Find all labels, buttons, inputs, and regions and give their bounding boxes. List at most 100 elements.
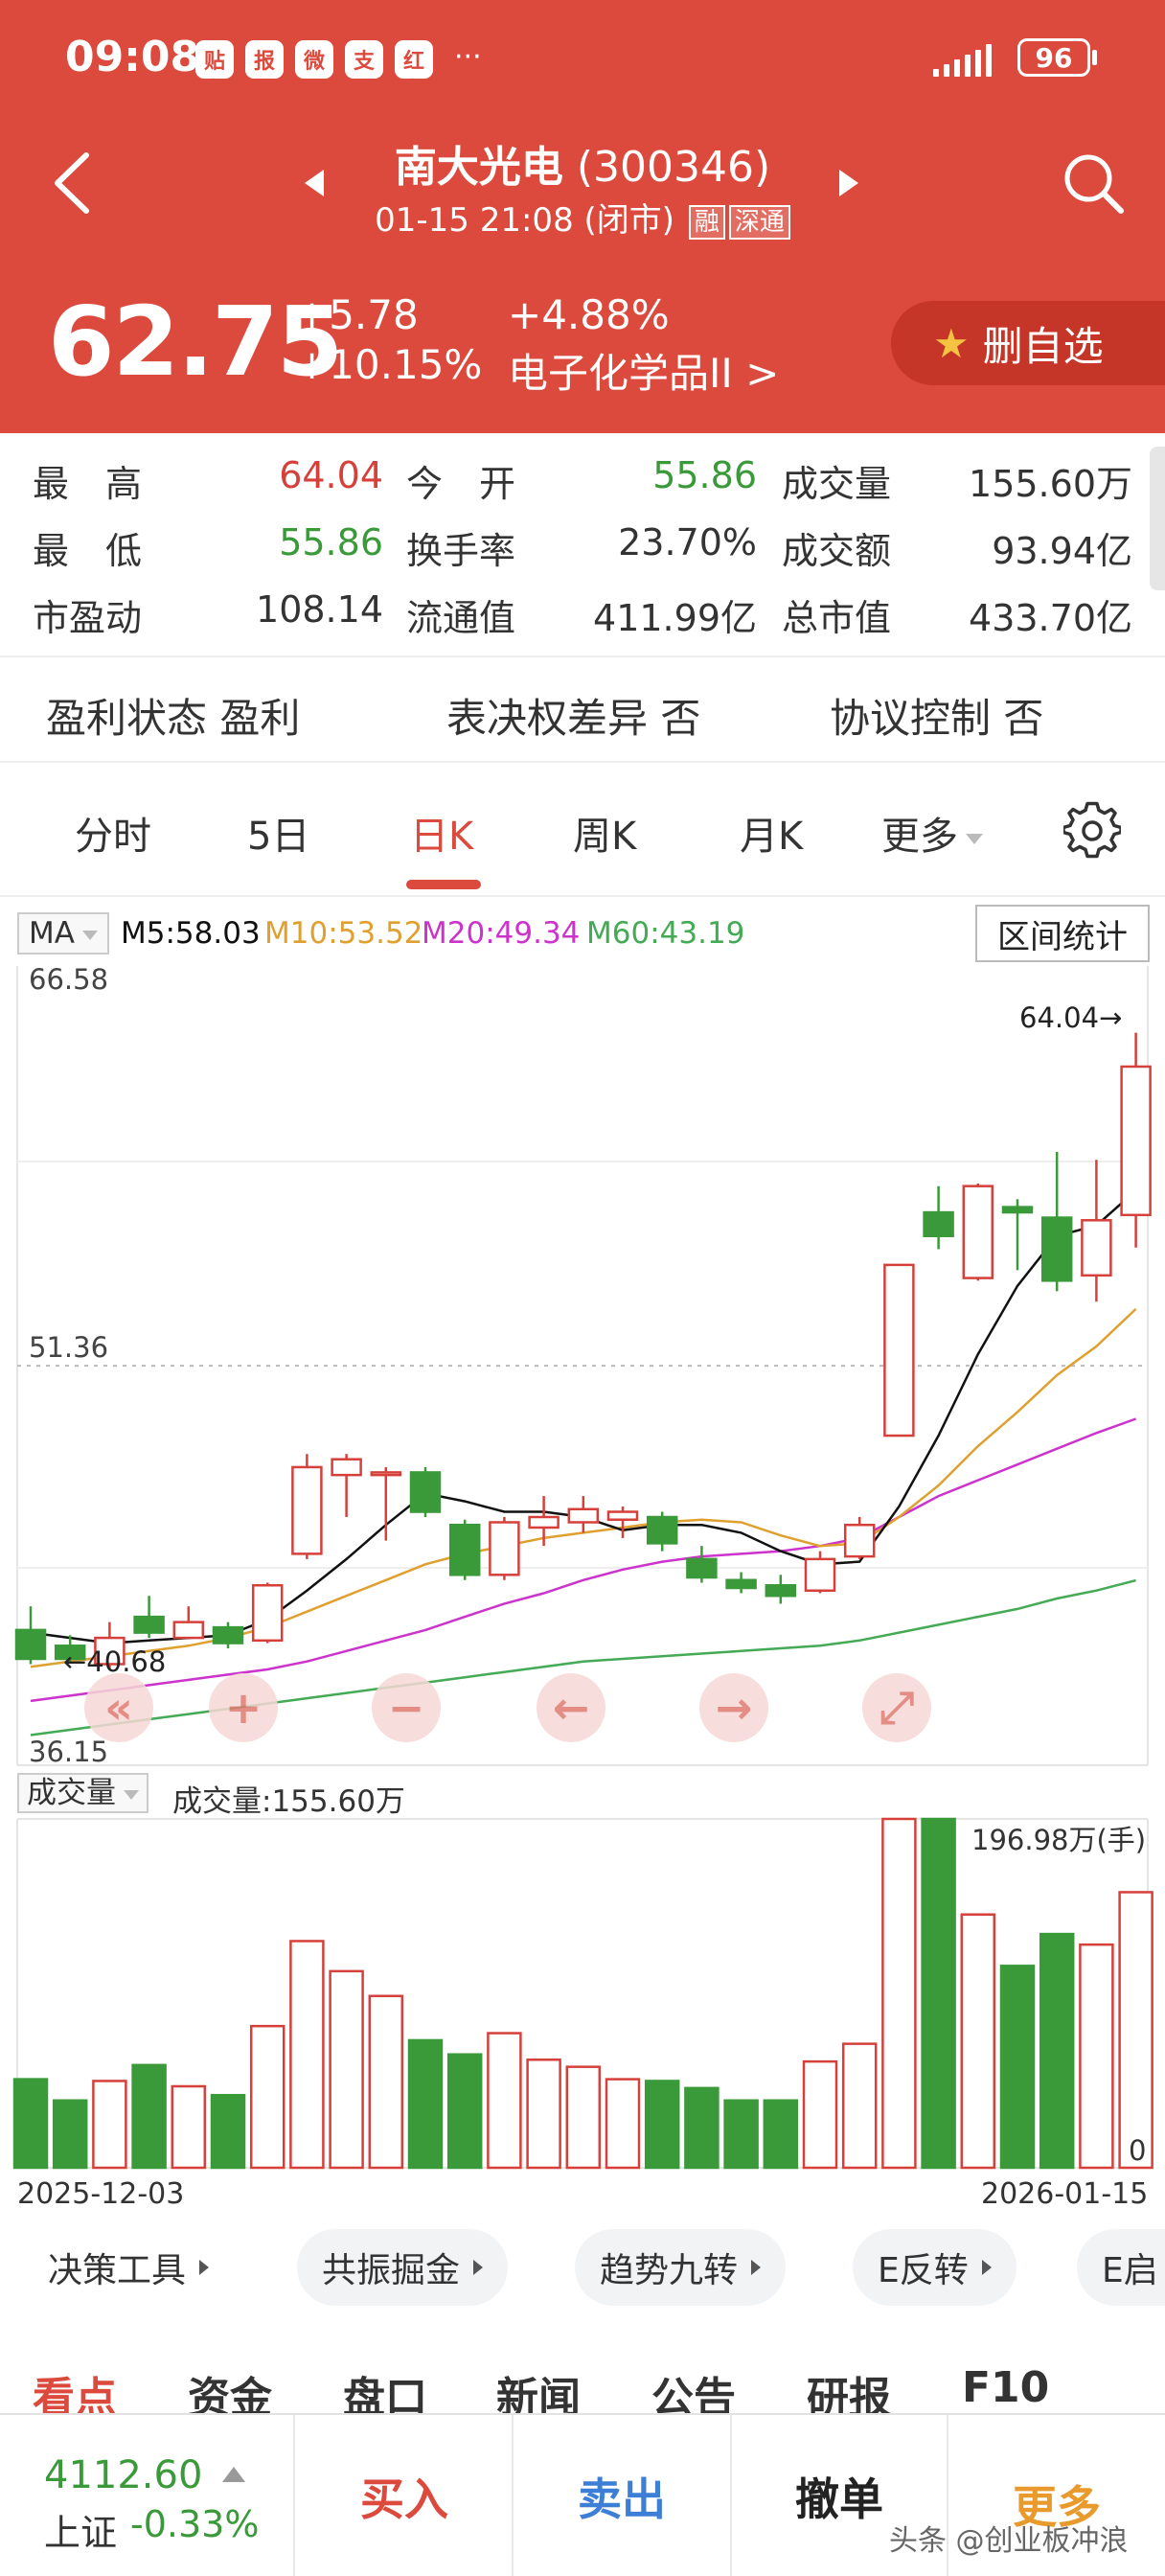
candle-up bbox=[606, 1506, 639, 1538]
y-axis-label: 36.15 bbox=[29, 1736, 108, 1768]
volume-bar-down bbox=[210, 2093, 246, 2170]
ma10-line bbox=[30, 1307, 1137, 1668]
volume-bar-down bbox=[12, 2078, 49, 2170]
volume-legend: 成交量 成交量:155.60万 bbox=[0, 1769, 1165, 1819]
candle-body bbox=[14, 1628, 47, 1661]
tab-f10[interactable]: F10 bbox=[962, 2363, 1049, 2412]
volume-bar-up bbox=[526, 2058, 561, 2170]
candle-body bbox=[251, 1584, 284, 1643]
volume-bar-down bbox=[684, 2086, 720, 2170]
ma20-line bbox=[30, 1417, 1137, 1703]
volume-select[interactable]: 成交量 bbox=[17, 1773, 148, 1813]
candle-down bbox=[725, 1572, 757, 1594]
volume-bar-up bbox=[960, 1913, 996, 2170]
zoom-in-icon[interactable]: + bbox=[209, 1673, 278, 1742]
volume-bar-up bbox=[1079, 1943, 1114, 2170]
candle-body bbox=[489, 1521, 520, 1576]
sell-button[interactable]: 卖出 bbox=[514, 2415, 732, 2576]
candle-down bbox=[448, 1519, 481, 1580]
e-reversal-tool[interactable]: E反转 bbox=[853, 2229, 1017, 2306]
candle-body bbox=[1081, 1219, 1112, 1277]
caret-down-icon bbox=[124, 1789, 139, 1800]
candle-body bbox=[883, 1263, 915, 1438]
volume-bar-up bbox=[289, 1940, 325, 2170]
zoom-out-icon[interactable]: − bbox=[372, 1673, 441, 1742]
candle-body bbox=[567, 1507, 600, 1524]
volume-bar-down bbox=[446, 2053, 483, 2170]
resonance-tool[interactable]: 共振掘金 bbox=[297, 2229, 509, 2306]
volume-bar-up bbox=[171, 2084, 207, 2170]
candle-down bbox=[14, 1606, 47, 1665]
index-name: 上证 bbox=[44, 2512, 118, 2554]
volume-bar-down bbox=[921, 1817, 956, 2170]
volume-bar-down bbox=[763, 2099, 799, 2170]
candle-up bbox=[883, 1263, 915, 1438]
volume-bar-up bbox=[605, 2078, 641, 2170]
zoom-out-fast-icon[interactable]: « bbox=[84, 1673, 153, 1742]
candle-up bbox=[804, 1551, 836, 1594]
candle-up bbox=[489, 1517, 520, 1580]
pan-right-icon[interactable]: → bbox=[699, 1673, 768, 1742]
indicator-tools: 决策工具 共振掘金 趋势九转 E反转 E启 bbox=[0, 2229, 1165, 2306]
triangle-right-icon bbox=[473, 2260, 484, 2275]
tool-label: 决策工具 bbox=[48, 2251, 187, 2290]
start-date: 2025-12-03 bbox=[17, 2177, 185, 2211]
tool-label: 趋势九转 bbox=[600, 2251, 739, 2290]
buy-button[interactable]: 买入 bbox=[297, 2415, 514, 2576]
candle-down bbox=[133, 1596, 165, 1639]
tool-label: E反转 bbox=[878, 2251, 969, 2290]
candle-down bbox=[409, 1466, 442, 1518]
candle-body bbox=[962, 1184, 994, 1279]
pan-left-icon[interactable]: ← bbox=[537, 1673, 605, 1742]
candle-up bbox=[567, 1496, 600, 1533]
candle-body bbox=[765, 1584, 797, 1598]
decision-tools[interactable]: 决策工具 bbox=[48, 2229, 210, 2306]
candle-down bbox=[212, 1622, 244, 1649]
candle-up bbox=[172, 1606, 205, 1640]
candle-body bbox=[1120, 1065, 1152, 1217]
triangle-right-icon bbox=[981, 2260, 992, 2275]
volume-select-label: 成交量 bbox=[27, 1776, 116, 1810]
e-start-tool[interactable]: E启 bbox=[1077, 2229, 1165, 2306]
kline-chart[interactable]: 66.5851.3636.1564.04→←40.68196.98万(手)0 bbox=[0, 0, 1165, 2223]
triangle-right-icon bbox=[199, 2260, 210, 2275]
volume-zero-label: 0 bbox=[1129, 2134, 1146, 2167]
candle-up bbox=[370, 1466, 402, 1541]
candle-body bbox=[370, 1471, 402, 1477]
tool-label: 共振掘金 bbox=[322, 2251, 461, 2290]
y-axis-label: 66.58 bbox=[29, 963, 108, 996]
candle-body bbox=[923, 1210, 954, 1237]
candle-body bbox=[1001, 1206, 1034, 1214]
candle-down bbox=[1001, 1199, 1034, 1271]
volume-bar-down bbox=[723, 2099, 759, 2170]
candle-down bbox=[646, 1511, 678, 1552]
fullscreen-icon[interactable]: ⤢ bbox=[862, 1673, 931, 1742]
volume-bar-down bbox=[52, 2099, 88, 2170]
volume-max-label: 196.98万(手) bbox=[971, 1824, 1146, 1856]
candle-up bbox=[251, 1582, 284, 1644]
volume-bar-down bbox=[1039, 1932, 1075, 2170]
candle-body bbox=[409, 1471, 442, 1513]
candle-body bbox=[172, 1621, 205, 1640]
y-axis-label: 51.36 bbox=[29, 1331, 108, 1364]
trend-nine-tool[interactable]: 趋势九转 bbox=[575, 2229, 787, 2306]
volume-bar-up bbox=[881, 1817, 917, 2170]
volume-bar-up bbox=[1118, 1891, 1154, 2170]
index-widget[interactable]: 4112.60 上证 -0.33% bbox=[0, 2415, 295, 2576]
volume-bar-down bbox=[644, 2080, 680, 2170]
volume-bar-down bbox=[999, 1965, 1036, 2170]
candle-up bbox=[1081, 1160, 1112, 1302]
candle-body bbox=[843, 1523, 876, 1558]
triangle-right-icon bbox=[751, 2260, 762, 2275]
end-date: 2026-01-15 bbox=[981, 2177, 1149, 2211]
candle-body bbox=[1040, 1216, 1073, 1282]
candle-up bbox=[962, 1183, 994, 1281]
candle-body bbox=[331, 1458, 362, 1477]
volume-bar-up bbox=[565, 2065, 602, 2170]
triangle-up-icon bbox=[222, 2467, 245, 2482]
candle-up bbox=[1120, 1032, 1152, 1248]
candle-body bbox=[725, 1578, 757, 1590]
volume-current: 成交量:155.60万 bbox=[172, 1784, 405, 1819]
volume-bar-up bbox=[368, 1994, 404, 2170]
index-change: -0.33% bbox=[130, 2503, 260, 2545]
